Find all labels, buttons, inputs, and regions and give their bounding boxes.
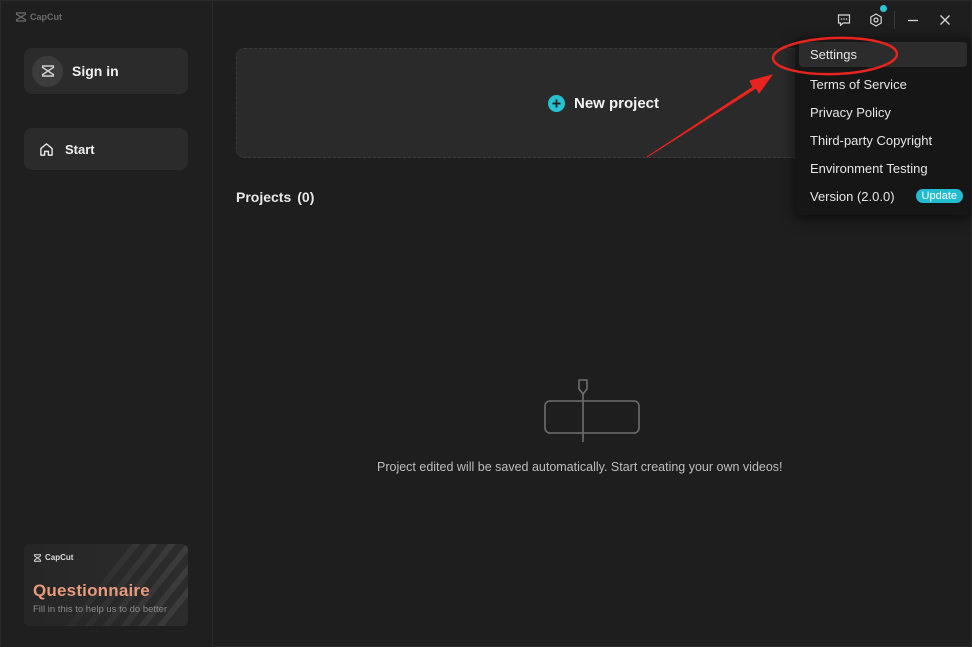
plus-icon	[547, 94, 565, 112]
menu-item-label: Third-party Copyright	[810, 132, 933, 148]
minimize-button[interactable]	[897, 9, 929, 31]
menu-item-environment-testing[interactable]: Environment Testing	[799, 154, 967, 182]
menu-item-settings[interactable]: Settings	[799, 42, 967, 67]
minimize-icon	[908, 19, 918, 22]
app-logo-text: CapCut	[30, 12, 62, 22]
menu-item-label: Settings	[810, 47, 857, 62]
feedback-button[interactable]	[828, 9, 860, 31]
questionnaire-brand: CapCut	[33, 553, 73, 562]
projects-label: Projects	[236, 189, 292, 205]
empty-state-message: Project edited will be saved automatical…	[377, 460, 783, 474]
sidebar-item-label: Start	[65, 141, 95, 157]
menu-item-terms-of-service[interactable]: Terms of Service	[799, 70, 967, 98]
projects-heading: Projects (0)	[236, 189, 314, 205]
questionnaire-banner[interactable]: CapCut Questionnaire Fill in this to hel…	[24, 544, 188, 626]
settings-button[interactable]	[860, 5, 892, 31]
avatar	[32, 55, 63, 87]
settings-dropdown-menu: Settings Terms of Service Privacy Policy…	[795, 37, 971, 215]
sign-in-button[interactable]: Sign in	[24, 48, 188, 94]
app-logo: CapCut	[15, 12, 62, 22]
plus-glyph	[552, 99, 561, 107]
update-badge[interactable]: Update	[915, 189, 963, 203]
questionnaire-brand-text: CapCut	[45, 553, 74, 562]
sidebar-item-start[interactable]: Start	[24, 128, 188, 170]
menu-item-third-party-copyright[interactable]: Third-party Copyright	[799, 126, 967, 154]
projects-count: (0)	[297, 189, 315, 205]
sidebar: CapCut Sign in Start CapCut Questionnair…	[1, 1, 213, 647]
close-button[interactable]	[929, 9, 961, 31]
capcut-logo-icon	[15, 12, 27, 22]
capcut-logo-icon	[33, 553, 42, 562]
app-window: CapCut Sign in Start CapCut Questionnair…	[0, 0, 972, 647]
feedback-icon	[837, 14, 851, 27]
notification-dot	[880, 5, 887, 12]
empty-timeline-icon	[544, 379, 640, 442]
menu-item-label: Version (2.0.0)	[810, 188, 895, 204]
home-icon	[40, 142, 53, 156]
sign-in-label: Sign in	[72, 63, 119, 79]
gear-icon	[870, 13, 882, 27]
questionnaire-subtitle: Fill in this to help us to do better	[33, 604, 168, 615]
menu-item-label: Terms of Service	[810, 76, 907, 92]
new-project-label: New project	[573, 94, 660, 112]
menu-item-label: Environment Testing	[810, 160, 928, 176]
menu-item-version[interactable]: Version (2.0.0) Update	[799, 182, 967, 210]
menu-item-label: Privacy Policy	[810, 104, 891, 120]
questionnaire-title: Questionnaire	[33, 581, 150, 600]
capcut-logo-icon	[41, 65, 54, 77]
close-icon	[940, 15, 950, 25]
window-controls	[828, 5, 961, 31]
controls-divider	[894, 11, 895, 29]
menu-item-privacy-policy[interactable]: Privacy Policy	[799, 98, 967, 126]
